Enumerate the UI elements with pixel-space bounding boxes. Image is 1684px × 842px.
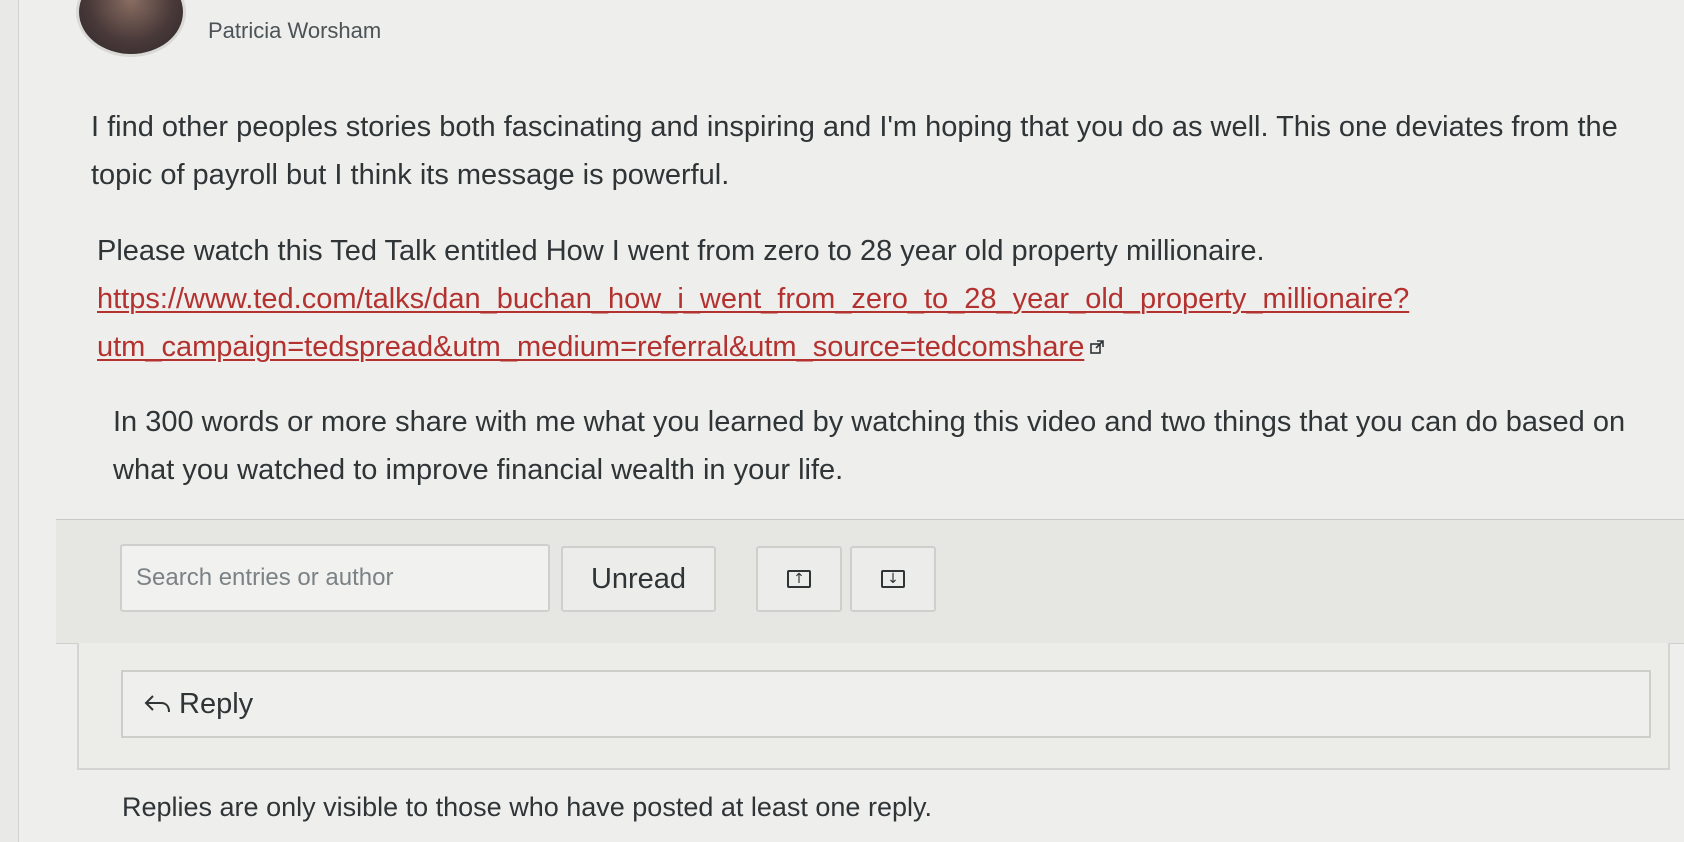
post-paragraph-video: Please watch this Ted Talk entitled How … xyxy=(97,227,1657,371)
expand-threads-button[interactable]: ↑ xyxy=(756,546,842,612)
unread-filter-button[interactable]: Unread xyxy=(561,546,716,612)
collapse-threads-button[interactable]: ↓ xyxy=(850,546,936,612)
ted-talk-link-line2: utm_campaign=tedspread&utm_medium=referr… xyxy=(97,331,1085,363)
reply-label: Reply xyxy=(179,687,254,720)
post-paragraph-assignment: In 300 words or more share with me what … xyxy=(113,406,1626,486)
ted-talk-link[interactable]: https://www.ted.com/talks/dan_buchan_how… xyxy=(97,283,1409,363)
reply-button[interactable]: Reply xyxy=(121,670,1651,738)
video-intro-text: Please watch this Ted Talk entitled How … xyxy=(97,235,1265,267)
search-entries-input[interactable] xyxy=(120,544,550,612)
reply-arrow-icon xyxy=(144,695,170,713)
discussion-page: Patricia Worsham I find other peoples st… xyxy=(18,0,1684,842)
ted-talk-link-line1: https://www.ted.com/talks/dan_buchan_how… xyxy=(97,283,1410,315)
discussion-toolbar: Unread ↑ ↓ xyxy=(56,519,1684,644)
arrow-down-box-icon: ↓ xyxy=(881,570,905,588)
arrow-up-box-icon: ↑ xyxy=(787,570,811,588)
unread-filter-label: Unread xyxy=(590,562,687,595)
external-link-icon[interactable] xyxy=(1090,340,1105,354)
reply-section: Reply xyxy=(77,643,1670,770)
author-avatar[interactable] xyxy=(79,0,183,54)
author-name[interactable]: Patricia Worsham xyxy=(208,18,381,44)
replies-visibility-notice: Replies are only visible to those who ha… xyxy=(122,792,932,822)
post-paragraph-intro: I find other peoples stories both fascin… xyxy=(91,111,1618,191)
